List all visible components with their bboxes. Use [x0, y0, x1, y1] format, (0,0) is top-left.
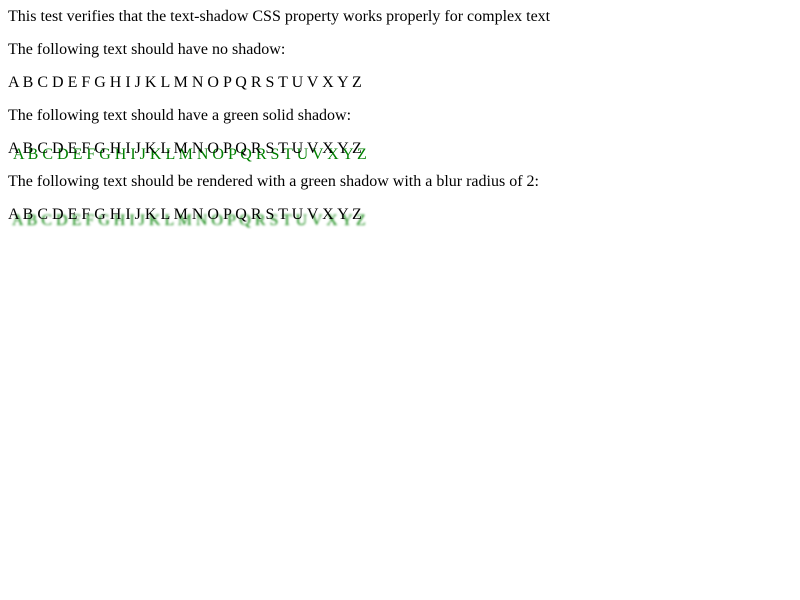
test-document: This test verifies that the text-shadow …: [0, 0, 800, 224]
blur-shadow-sample: A B C D E F G H I J K L M N O P Q R S T …: [8, 206, 362, 223]
solid-shadow-label: The following text should have a green s…: [8, 107, 352, 124]
no-shadow-sample: A B C D E F G H I J K L M N O P Q R S T …: [8, 74, 362, 91]
blur-shadow-label: The following text should be rendered wi…: [8, 173, 539, 190]
no-shadow-label: The following text should have no shadow…: [8, 41, 286, 58]
solid-shadow-sample: A B C D E F G H I J K L M N O P Q R S T …: [8, 140, 362, 157]
intro-text: This test verifies that the text-shadow …: [8, 8, 551, 25]
